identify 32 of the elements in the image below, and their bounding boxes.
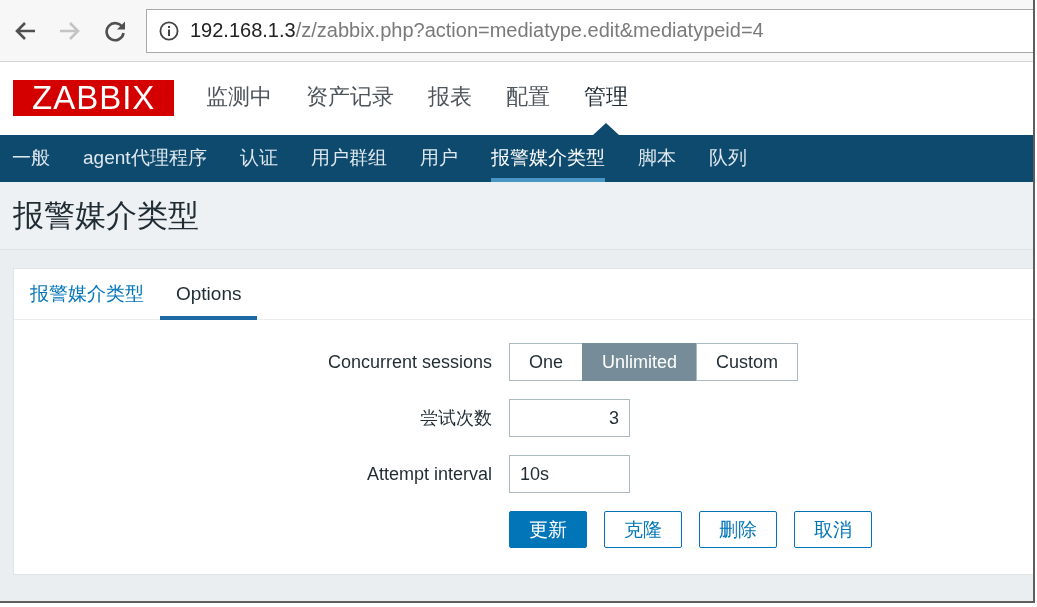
menu-item[interactable]: 配置 bbox=[506, 62, 551, 135]
page-title: 报警媒介类型 bbox=[13, 196, 199, 235]
submenu-item[interactable]: 队列 bbox=[708, 135, 747, 182]
field-label: Attempt interval bbox=[366, 463, 492, 485]
tab[interactable]: 报警媒介类型 bbox=[14, 269, 160, 320]
toggle-option[interactable]: One bbox=[509, 343, 584, 381]
url-text: 192.168.1.3/z/zabbix.php?action=mediatype.edit&mediatypeid=4 bbox=[190, 19, 764, 42]
action-button[interactable]: 克隆 bbox=[604, 511, 682, 548]
submenu-item[interactable]: 用户 bbox=[419, 135, 458, 182]
action-button[interactable]: 删除 bbox=[699, 511, 777, 548]
submenu-item[interactable]: 用户群组 bbox=[310, 135, 387, 182]
update-button[interactable]: 更新 bbox=[509, 511, 587, 548]
menu-item[interactable]: 资产记录 bbox=[306, 62, 395, 135]
submenu-item[interactable]: 认证 bbox=[239, 135, 278, 182]
tab[interactable]: Options bbox=[160, 269, 258, 320]
action-button[interactable]: 取消 bbox=[794, 511, 872, 548]
right-arrow-icon bbox=[59, 20, 81, 41]
submenu-item[interactable]: 脚本 bbox=[637, 135, 676, 182]
info-icon bbox=[159, 20, 179, 41]
address-bar[interactable]: 192.168.1.3/z/zabbix.php?action=mediatype.edit&mediatypeid=4 bbox=[146, 8, 1033, 53]
left-arrow-icon bbox=[14, 20, 36, 41]
number-input[interactable]: 3 bbox=[509, 399, 630, 437]
submenu-item[interactable]: agent代理程序 bbox=[83, 135, 207, 182]
submenu-item[interactable]: 一般 bbox=[12, 135, 50, 182]
field-label: 尝试次数 bbox=[420, 407, 492, 430]
text-input[interactable]: 10s bbox=[509, 455, 630, 493]
reload-icon bbox=[104, 19, 126, 42]
logo[interactable]: ZABBIX bbox=[13, 79, 175, 116]
menu-item[interactable]: 监测中 bbox=[206, 62, 273, 135]
field-label: Concurrent sessions bbox=[327, 351, 492, 373]
menu-item[interactable]: 报表 bbox=[428, 62, 473, 135]
toggle-option[interactable]: Custom bbox=[696, 343, 799, 381]
